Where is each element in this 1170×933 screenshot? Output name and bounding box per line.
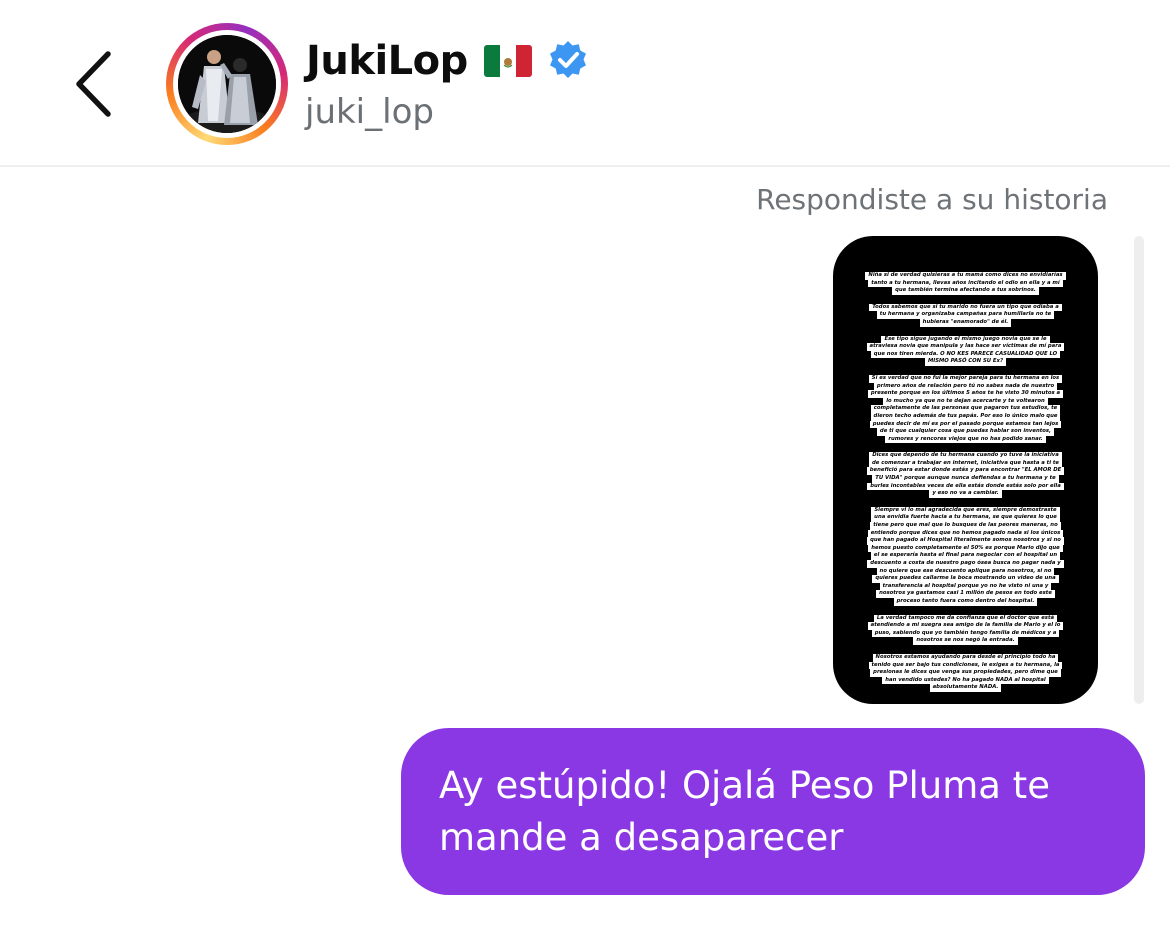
story-text-line: que también termina afectando a tus sobr… [892,287,1039,295]
story-text-line: Niña si de verdad quisieras a tu mamá co… [865,272,1066,280]
story-text-line: burles incontables veces de ella estás d… [867,482,1064,491]
message-text: Ay estúpido! Ojalá Peso Pluma te mande a… [439,764,1050,859]
story-text-line: hubieras "enamorado" de él. [919,318,1012,327]
story-text-line: Todos sabemos que si tu marido no fuera … [869,303,1062,312]
story-text-line: nosotros se nos negó la entrada. [913,637,1018,645]
story-text-line: puedes decir de mí es por el pasado porq… [869,420,1062,429]
story-text-block: Dices que dependo de tu hermana cuando y… [849,452,1082,498]
story-text-line: quieres puedes callarme la boca mostrand… [872,575,1059,583]
story-text-block: Niña si de verdad quisieras a tu mamá co… [849,272,1082,295]
story-text-line: primero años de relación pero tú no sabe… [873,382,1058,391]
story-text-line: no quiere que ese descuento aplique para… [876,567,1055,576]
chat-header: JukiLop juki_lop [0,0,1170,167]
story-text-line: atraviesa novia que manipula y las hace … [866,343,1065,351]
story-text-line: y eso no va a cambiar. [929,490,1002,498]
username: juki_lop [305,92,434,132]
story-text-block: Si es verdad que no fui la mejor pareja … [849,374,1082,444]
story-avatar[interactable] [166,23,288,145]
display-name[interactable]: JukiLop [306,38,468,84]
profile-photo [178,35,276,133]
story-text-line: dieron techo además de tus papás. Por es… [870,412,1061,421]
story-text-line: tu hermana y organizaba campañas para hu… [876,311,1055,319]
story-text-line: Dices que dependo de tu hermana cuando y… [869,452,1062,460]
story-text-block: Nosotros estamos ayudando para desde el … [849,653,1082,692]
story-text-line: rumores y rencores viejos que no has pod… [885,435,1046,444]
story-text-line: tiene pero que mal que lo busques de las… [870,522,1061,530]
story-text-block: La verdad tampoco me da confianza que el… [849,614,1082,645]
story-text-line: completamente de las personas que pagaro… [870,405,1061,413]
name-row: JukiLop [306,36,590,86]
story-text-line: proceso tanto fuera como dentro del hosp… [893,597,1038,606]
story-text-line: Si es verdad que no fui la mejor pareja … [868,374,1063,383]
story-text-line: presente porque en los últimos 5 años te… [867,390,1064,398]
scrollbar[interactable] [1134,236,1144,704]
story-text-line: atendiendo a mi suegra sea amigo de la f… [867,622,1064,630]
story-text-line: de ti que cualquier cosa que puedas habl… [876,428,1055,436]
story-reply-label: Respondiste a su historia [756,183,1108,216]
story-text-line: TU VIDA" porque aunque nunca defiendas a… [872,475,1059,483]
story-text-line: lo mucho ya que no te dejan acercarte y … [883,397,1048,406]
chevron-left-icon [76,51,111,117]
story-text-line: han vendido ustedes? No ha pagado NADA a… [882,676,1049,685]
back-button[interactable] [70,48,120,120]
verified-badge-icon [549,41,586,78]
story-text-line: el se esperaría hasta el final para nego… [870,552,1061,560]
story-text-line: absolutamente NADA. [929,684,1002,692]
story-text-block: Siempre vi lo mal agradecida que eres, s… [849,506,1082,606]
story-text-line: benefició para estar donde estás y para … [866,467,1065,476]
story-text-block: Ese tipo sigue jugando el mismo juego no… [849,335,1082,366]
message-bubble[interactable]: Ay estúpido! Ojalá Peso Pluma te mande a… [401,728,1145,895]
story-text-block: Todos sabemos que si tu marido no fuera … [849,303,1082,327]
mexico-flag-icon [483,45,532,77]
story-text-line: tenido que ser bajo tus condiciones, le … [868,661,1063,670]
story-text-line: que han pagado al Hospital literalmente … [867,537,1064,545]
story-text-line: nosotros ya gastamos casi 1 millón de pe… [876,590,1055,598]
story-text-line: Nosotros estamos ayudando para desde el … [872,653,1059,662]
story-text-line: MISMO PASÓ CON SU Ex? [924,358,1007,366]
story-text-line: entiendo porque dices que no hemos pagad… [867,529,1064,538]
story-text-line: descuento a costa de nuestro pago ósea b… [867,560,1064,568]
story-text-line: Siempre vi lo mal agradecida que eres, s… [871,506,1060,515]
story-text-line: presionas le dices que venga sus propied… [870,669,1061,677]
story-text-line: La verdad tampoco me da confianza que el… [873,614,1058,623]
story-preview[interactable]: Niña si de verdad quisieras a tu mamá co… [833,236,1098,704]
story-text-line: una envidia fuerte hacia a tu hermana, s… [871,514,1060,523]
